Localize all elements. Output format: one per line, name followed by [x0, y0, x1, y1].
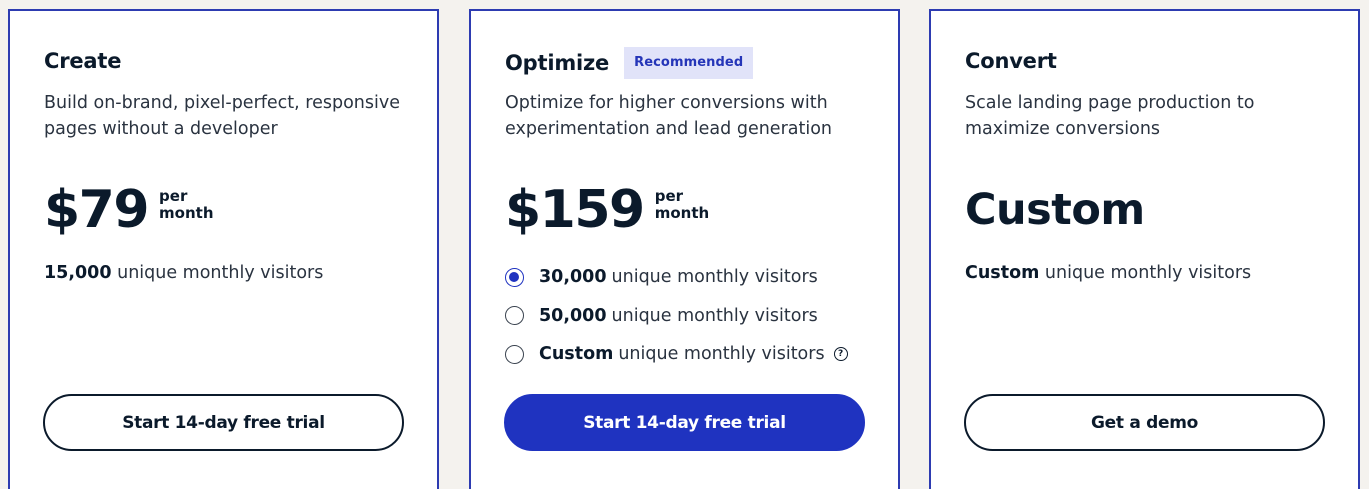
- start-trial-button[interactable]: Start 14-day free trial: [504, 394, 865, 451]
- visitor-option-custom[interactable]: Custom unique monthly visitors ?: [505, 335, 848, 374]
- visitors-text: unique monthly visitors: [117, 263, 324, 283]
- visitors-limit: 15,000 unique monthly visitors: [44, 260, 323, 286]
- help-icon[interactable]: ?: [833, 347, 848, 362]
- get-demo-button[interactable]: Get a demo: [964, 394, 1325, 451]
- plan-card-create: Create Build on-brand, pixel-perfect, re…: [8, 9, 439, 489]
- plan-description: Build on-brand, pixel-perfect, responsiv…: [44, 93, 400, 139]
- price-row: $79 per month: [44, 179, 214, 241]
- plan-title: Create: [44, 49, 122, 73]
- plan-title: Convert: [965, 49, 1057, 73]
- visitors-count: 15,000: [44, 263, 112, 283]
- plan-title-row: Convert: [965, 47, 1057, 75]
- price-row: $159 per month: [505, 179, 709, 241]
- plan-price: $79: [44, 180, 150, 240]
- plan-description: Optimize for higher conversions with exp…: [505, 93, 833, 139]
- radio-button[interactable]: [505, 344, 524, 364]
- option-count: 30,000: [539, 267, 607, 288]
- price-period: per month: [654, 187, 710, 222]
- recommended-badge: Recommended: [624, 47, 754, 79]
- radio-button-selected[interactable]: [505, 267, 524, 287]
- plan-description: Scale landing page production to maximiz…: [965, 93, 1255, 139]
- option-text: unique monthly visitors: [618, 344, 825, 365]
- plan-card-optimize: Optimize Recommended Optimize for higher…: [469, 9, 900, 489]
- visitor-option-50000[interactable]: 50,000 unique monthly visitors: [505, 297, 848, 336]
- radio-button[interactable]: [505, 306, 524, 326]
- option-text: unique monthly visitors: [611, 305, 818, 326]
- visitors-limit: Custom unique monthly visitors: [965, 260, 1251, 286]
- visitors-count: Custom: [965, 263, 1040, 283]
- plan-price: $159: [505, 180, 645, 240]
- visitors-text: unique monthly visitors: [1044, 263, 1252, 283]
- plan-card-convert: Convert Scale landing page production to…: [929, 9, 1360, 489]
- price-period: per month: [159, 187, 214, 222]
- plan-title-row: Create: [44, 47, 121, 75]
- visitor-options: 30,000 unique monthly visitors 50,000 un…: [505, 258, 848, 374]
- visitor-option-30000[interactable]: 30,000 unique monthly visitors: [505, 258, 848, 297]
- option-count: 50,000: [539, 305, 607, 326]
- plan-price: Custom: [965, 185, 1145, 235]
- option-count: Custom: [539, 344, 614, 365]
- plan-title-row: Optimize Recommended: [505, 47, 754, 79]
- plan-title: Optimize: [505, 51, 610, 75]
- option-text: unique monthly visitors: [611, 267, 818, 288]
- start-trial-button[interactable]: Start 14-day free trial: [43, 394, 404, 451]
